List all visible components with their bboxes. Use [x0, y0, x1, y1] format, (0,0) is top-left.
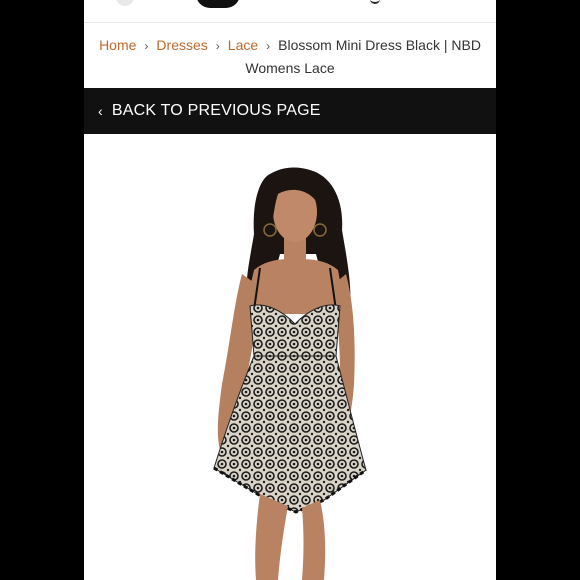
- breadcrumb-separator-icon: ›: [215, 39, 220, 53]
- site-header: [84, 0, 496, 23]
- breadcrumb-lace-link[interactable]: Lace: [228, 37, 258, 53]
- breadcrumb-dresses-link[interactable]: Dresses: [156, 37, 207, 53]
- product-image-container: [84, 134, 496, 580]
- back-button-label: BACK TO PREVIOUS PAGE: [111, 102, 321, 119]
- web-page: Home › Dresses › Lace › Blossom Mini Dress Bla…: [84, 0, 496, 580]
- breadcrumb-current-page: Blossom Mini Dress Black | NBD Womens La…: [245, 37, 481, 76]
- breadcrumb-home-link[interactable]: Home: [99, 37, 136, 53]
- breadcrumb-separator-icon: ›: [266, 39, 271, 53]
- header-icon[interactable]: [116, 0, 134, 6]
- chevron-left-icon: ‹: [98, 103, 103, 119]
- back-to-previous-page-button[interactable]: ‹ BACK TO PREVIOUS PAGE: [84, 88, 496, 134]
- header-logo-text-fragment: [370, 0, 380, 4]
- site-logo[interactable]: [196, 0, 240, 8]
- product-image[interactable]: [84, 134, 496, 580]
- breadcrumb-separator-icon: ›: [144, 39, 149, 53]
- breadcrumb: Home › Dresses › Lace › Blossom Mini Dress Bla…: [84, 24, 496, 87]
